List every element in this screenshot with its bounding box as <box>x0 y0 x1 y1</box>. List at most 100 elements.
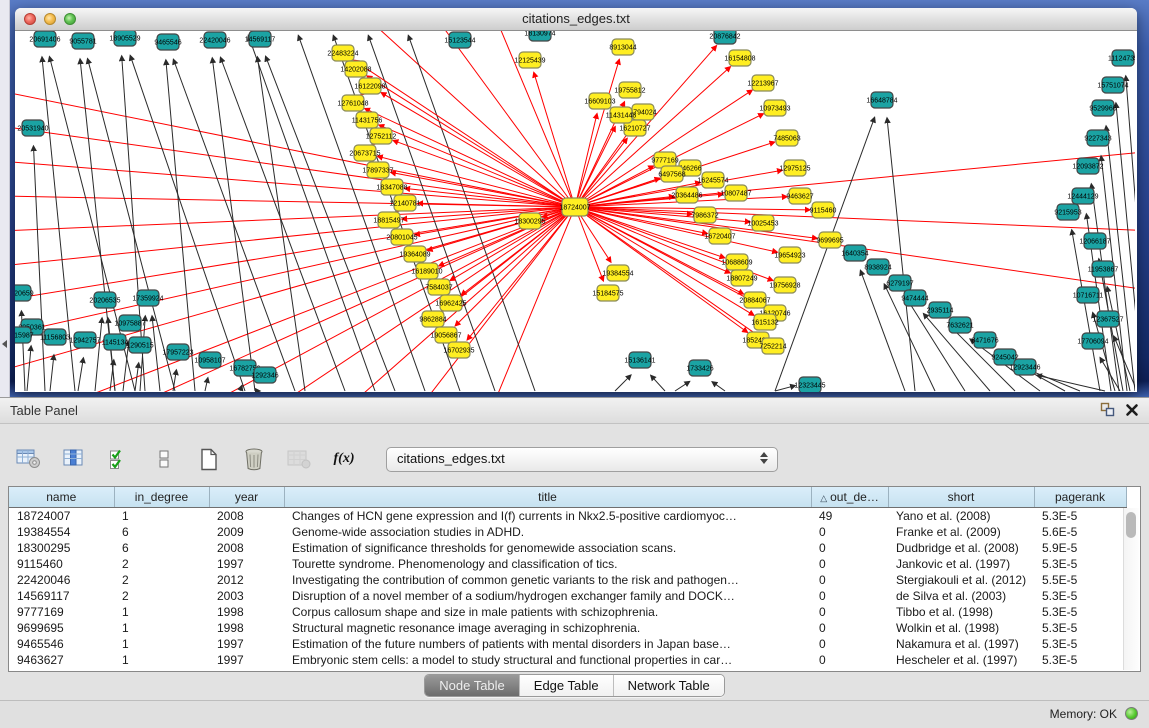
graph-node-label: 12761048 <box>337 101 368 108</box>
table-cell: 5.3E-5 <box>1034 508 1126 525</box>
black-edge <box>27 346 31 391</box>
network-window-titlebar[interactable]: citations_edges.txt <box>15 8 1137 31</box>
table-cell: 0 <box>811 540 888 556</box>
table-row[interactable]: 977716911998Corpus callosum shape and si… <box>9 604 1126 620</box>
table-row[interactable]: 2242004622012Investigating the contribut… <box>9 572 1126 588</box>
graph-node-label: 10688609 <box>721 260 752 267</box>
memory-status-indicator-icon[interactable] <box>1125 707 1138 720</box>
zoom-traffic-light-icon[interactable] <box>64 13 76 25</box>
table-cell: 5.3E-5 <box>1034 556 1126 572</box>
select-rows-button[interactable] <box>104 445 134 473</box>
table-cell: 0 <box>811 524 888 540</box>
red-edge <box>15 91 575 207</box>
table-cell: 0 <box>811 572 888 588</box>
table-cell: 0 <box>811 556 888 572</box>
graph-node-label: 9699695 <box>816 238 843 245</box>
graph-node-label: 12093872 <box>1072 164 1103 171</box>
graph-node-label: 7986372 <box>691 213 718 220</box>
graph-node-label: 9463627 <box>786 194 813 201</box>
memory-status-label: Memory: OK <box>1050 707 1117 721</box>
table-cell: 1997 <box>209 636 284 652</box>
table-cell: 5.3E-5 <box>1034 604 1126 620</box>
scrollbar-thumb[interactable] <box>1126 512 1136 538</box>
table-cell: 18300295 <box>9 540 114 556</box>
table-cell: 1 <box>114 508 209 525</box>
minimize-traffic-light-icon[interactable] <box>44 13 56 25</box>
black-edge <box>1072 230 1100 391</box>
table-row[interactable]: 946362711997Embryonic stem cells: a mode… <box>9 652 1126 668</box>
graph-node-label: 12923446 <box>1009 365 1040 372</box>
graph-node-label: 1640354 <box>841 251 868 258</box>
delete-button[interactable] <box>239 445 269 473</box>
table-cell: Dudbridge et al. (2008) <box>888 540 1034 556</box>
black-edge <box>615 375 631 391</box>
table-row[interactable]: 911546021997Tourette syndrome. Phenomeno… <box>9 556 1126 572</box>
table-cell: 2 <box>114 556 209 572</box>
table-cell: Structural magnetic resonance image aver… <box>284 620 811 636</box>
network-canvas[interactable]: 1872400722483224142020881612209812761048… <box>15 31 1135 392</box>
float-panel-icon[interactable] <box>1100 402 1115 417</box>
graph-node-label: 9055781 <box>69 39 96 46</box>
table-cell: 5.3E-5 <box>1034 588 1126 604</box>
panel-collapse-arrow-icon[interactable] <box>2 340 7 348</box>
tab-network-table[interactable]: Network Table <box>614 675 724 696</box>
row-height-button[interactable] <box>149 445 179 473</box>
column-chooser-button[interactable] <box>59 445 89 473</box>
graph-node-label: 17706094 <box>1077 339 1108 346</box>
column-header-name[interactable]: name <box>9 487 114 508</box>
close-traffic-light-icon[interactable] <box>24 13 36 25</box>
table-row[interactable]: 1872400712008Changes of HCN gene express… <box>9 508 1126 525</box>
table-row[interactable]: 969969511998Structural magnetic resonanc… <box>9 620 1126 636</box>
table-cell: 19384554 <box>9 524 114 540</box>
dropdown-stepper-icon <box>760 452 768 464</box>
network-desktop: citations_edges.txt 18724007224832241420… <box>9 0 1149 397</box>
graph-node-label: 14202088 <box>340 67 371 74</box>
table-cell: 9777169 <box>9 604 114 620</box>
table-gear-icon <box>16 448 42 470</box>
cytoscape-app: citations_edges.txt 18724007224832241420… <box>0 0 1149 727</box>
graph-node-label: 18724007 <box>559 205 590 212</box>
red-edge <box>443 207 575 311</box>
table-cell: 9115460 <box>9 556 114 572</box>
graph-node-label: 11431448 <box>606 113 637 120</box>
graph-node-label: 12066187 <box>1079 239 1110 246</box>
graph-node-label: 17359924 <box>132 296 163 303</box>
graph-node-label: 10807487 <box>720 191 751 198</box>
table-row[interactable]: 1830029562008Estimation of significance … <box>9 540 1126 556</box>
new-table-button[interactable] <box>194 445 224 473</box>
graph-node-label: 9862884 <box>419 317 446 324</box>
black-edge <box>675 381 690 391</box>
graph-node-label: 20691406 <box>29 37 60 44</box>
column-header-out_de[interactable]: △out_de… <box>811 487 888 508</box>
table-tabs-row: Node TableEdge TableNetwork Table <box>0 674 1149 697</box>
graph-node-label: 20364486 <box>671 193 702 200</box>
graph-node-label: 9465546 <box>154 40 181 47</box>
table-cell: 1 <box>114 652 209 668</box>
table-settings-button[interactable] <box>14 445 44 473</box>
column-header-title[interactable]: title <box>284 487 811 508</box>
column-header-in_degree[interactable]: in_degree <box>114 487 209 508</box>
table-cell: 0 <box>811 620 888 636</box>
table-cell: Hescheler et al. (1997) <box>888 652 1034 668</box>
tab-edge-table[interactable]: Edge Table <box>520 675 614 696</box>
tab-node-table[interactable]: Node Table <box>425 675 520 696</box>
black-edge <box>152 316 160 391</box>
table-row[interactable]: 1456911722003Disruption of a novel membe… <box>9 588 1126 604</box>
black-edge <box>887 118 915 391</box>
graph-node-label: 15184575 <box>592 291 623 298</box>
table-row[interactable]: 1938455462009Genome-wide association stu… <box>9 524 1126 540</box>
function-builder-button[interactable]: f(x) <box>329 445 359 473</box>
graph-node-label: 12752112 <box>366 134 397 141</box>
column-header-pagerank[interactable]: pagerank <box>1034 487 1126 508</box>
close-panel-icon[interactable] <box>1125 403 1139 417</box>
table-vertical-scrollbar[interactable] <box>1123 508 1139 670</box>
column-header-year[interactable]: year <box>209 487 284 508</box>
table-row[interactable]: 946554611997Estimation of the future num… <box>9 636 1126 652</box>
column-header-short[interactable]: short <box>888 487 1034 508</box>
table-selector-dropdown[interactable]: citations_edges.txt <box>386 447 778 472</box>
table-cell: 1997 <box>209 652 284 668</box>
graph-node-label: 11124735 <box>1108 56 1135 63</box>
graph-node-label: 20531940 <box>17 126 48 133</box>
delete-table-icon <box>287 448 311 470</box>
graph-node-label: 20801045 <box>386 235 417 242</box>
